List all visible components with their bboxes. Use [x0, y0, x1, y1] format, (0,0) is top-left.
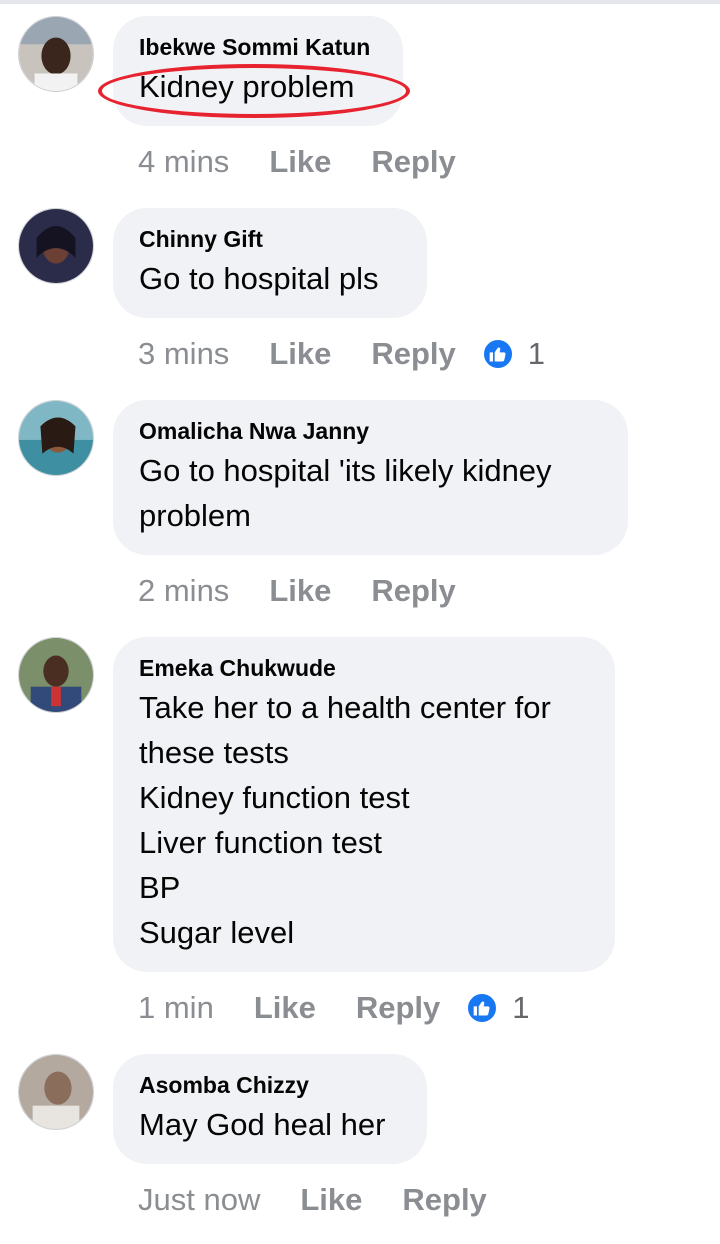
comment-actions: 2 mins Like Reply [138, 571, 456, 611]
comment-time[interactable]: 2 mins [138, 573, 229, 609]
reply-button[interactable]: Reply [371, 336, 455, 372]
avatar[interactable] [18, 400, 94, 476]
avatar[interactable] [18, 208, 94, 284]
comment-text: Go to hospital pls [139, 261, 379, 296]
avatar[interactable] [18, 16, 94, 92]
like-button[interactable]: Like [269, 144, 331, 180]
avatar[interactable] [18, 637, 94, 713]
avatar[interactable] [18, 1054, 94, 1130]
comment-time[interactable]: 4 mins [138, 144, 229, 180]
reaction-summary[interactable]: 1 [481, 336, 546, 372]
comment-time[interactable]: 1 min [138, 990, 214, 1026]
comment-text: Take her to a health center for these te… [139, 690, 551, 950]
comment-text: May God heal her [139, 1107, 386, 1142]
like-button[interactable]: Like [269, 336, 331, 372]
comment-bubble: Ibekwe Sommi Katun Kidney problem [113, 16, 403, 126]
comment-text: Kidney problem [139, 69, 355, 104]
reaction-count: 1 [527, 336, 546, 371]
comment-author[interactable]: Asomba Chizzy [139, 1072, 400, 1098]
reply-button[interactable]: Reply [371, 144, 455, 180]
comment-author[interactable]: Ibekwe Sommi Katun [139, 34, 376, 60]
reply-button[interactable]: Reply [371, 573, 455, 609]
reaction-count: 1 [512, 990, 530, 1025]
comment-bubble: Asomba Chizzy May God heal her [113, 1054, 427, 1164]
like-button[interactable]: Like [269, 573, 331, 609]
reply-button[interactable]: Reply [356, 990, 440, 1026]
comment-actions: 1 min Like Reply 1 [138, 988, 530, 1028]
reaction-summary[interactable]: 1 [466, 990, 530, 1026]
comment-bubble: Omalicha Nwa Janny Go to hospital 'its l… [113, 400, 628, 555]
reply-button[interactable]: Reply [402, 1182, 486, 1218]
like-button[interactable]: Like [300, 1182, 362, 1218]
comment-time[interactable]: Just now [138, 1182, 260, 1218]
comment-text: Go to hospital 'its likely kidney proble… [139, 453, 552, 533]
comment-author[interactable]: Emeka Chukwude [139, 655, 588, 681]
comment-actions: 4 mins Like Reply [138, 142, 456, 182]
comment-bubble: Chinny Gift Go to hospital pls [113, 208, 427, 318]
comment-author[interactable]: Omalicha Nwa Janny [139, 418, 601, 444]
thumbs-up-icon [466, 992, 499, 1024]
comment-actions: 3 mins Like Reply 1 [138, 334, 545, 374]
thumbs-up-icon [481, 338, 514, 370]
comment-bubble: Emeka Chukwude Take her to a health cent… [113, 637, 615, 972]
like-button[interactable]: Like [254, 990, 316, 1026]
comment-author[interactable]: Chinny Gift [139, 226, 400, 252]
top-divider [0, 0, 720, 4]
comment-actions: Just now Like Reply [138, 1180, 487, 1220]
comment-time[interactable]: 3 mins [138, 336, 229, 372]
